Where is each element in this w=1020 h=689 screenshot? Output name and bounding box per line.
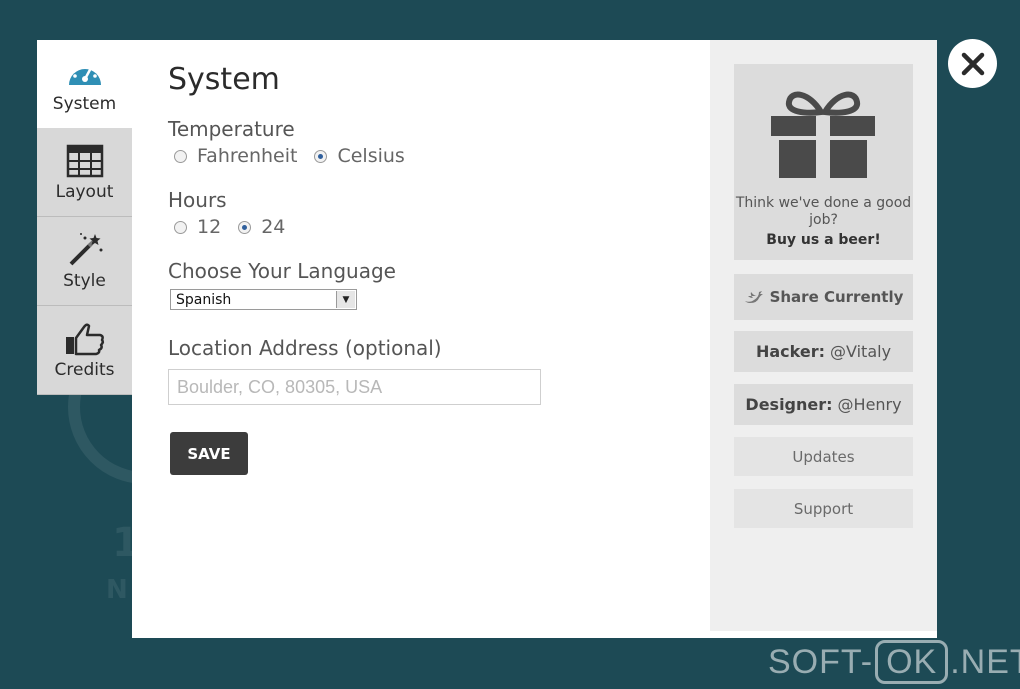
close-button[interactable] [948, 39, 997, 88]
location-label: Location Address (optional) [168, 336, 442, 360]
save-button[interactable]: SAVE [170, 432, 248, 475]
system-settings-form: System Temperature Fahrenheit Celsius Ho… [168, 40, 708, 638]
temperature-options: Fahrenheit Celsius [174, 145, 422, 167]
celsius-radio[interactable] [314, 149, 328, 163]
gift-icon [771, 91, 875, 178]
location-input[interactable] [168, 369, 541, 405]
temperature-label: Temperature [168, 117, 295, 141]
designer-role: Designer: [745, 395, 833, 414]
tab-style[interactable]: Style [37, 217, 132, 306]
hacker-credit[interactable]: Hacker: @Vitaly [734, 331, 913, 372]
fahrenheit-radio[interactable] [174, 149, 187, 163]
language-selected-value: Spanish [176, 291, 232, 308]
buy-beer-link[interactable]: Buy us a beer! [734, 232, 913, 248]
hacker-handle: @Vitaly [830, 342, 892, 361]
page-title: System [168, 62, 280, 97]
tab-label: Layout [55, 182, 114, 202]
designer-credit[interactable]: Designer: @Henry [734, 384, 913, 425]
temperature-option-celsius[interactable]: Celsius [314, 145, 405, 167]
tab-label: System [52, 94, 117, 114]
hours-label: Hours [168, 188, 227, 212]
tab-system[interactable]: System [37, 40, 132, 128]
language-label: Choose Your Language [168, 259, 396, 283]
tab-label: Style [63, 271, 106, 291]
hours-12-radio[interactable] [174, 220, 187, 234]
grid-icon [66, 142, 104, 180]
hours-option-12[interactable]: 12 [174, 216, 221, 238]
tab-credits[interactable]: Credits [37, 306, 132, 395]
chevron-down-icon[interactable]: ▼ [336, 291, 355, 308]
twitter-bird-icon [744, 290, 764, 304]
watermark-box: OK [875, 640, 949, 684]
hours-24-label: 24 [261, 216, 286, 238]
language-select[interactable]: Spanish ▼ [170, 289, 357, 310]
temperature-option-fahrenheit[interactable]: Fahrenheit [174, 145, 297, 167]
hacker-role: Hacker: [755, 342, 825, 361]
share-button[interactable]: Share Currently [734, 274, 913, 320]
support-button[interactable]: Support [734, 489, 913, 528]
designer-handle: @Henry [837, 395, 902, 414]
settings-tabs: System Layout Style Credits [37, 40, 132, 395]
celsius-label: Celsius [337, 145, 405, 167]
beer-prompt: Think we've done a good job? [735, 195, 912, 228]
thumbs-up-icon [64, 320, 106, 358]
hours-24-radio[interactable] [238, 220, 252, 234]
dashboard-icon [65, 54, 105, 92]
credits-sidebar: Think we've done a good job? Buy us a be… [710, 40, 937, 631]
tab-layout[interactable]: Layout [37, 128, 132, 217]
tab-label: Credits [54, 360, 115, 380]
buy-beer-card[interactable]: Think we've done a good job? Buy us a be… [734, 64, 913, 260]
hours-options: 12 24 [174, 216, 302, 238]
settings-panel: System Temperature Fahrenheit Celsius Ho… [132, 40, 937, 638]
close-icon [961, 52, 984, 75]
fahrenheit-label: Fahrenheit [197, 145, 298, 167]
watermark-right: .NET [950, 642, 1020, 681]
updates-button[interactable]: Updates [734, 437, 913, 476]
hours-12-label: 12 [197, 216, 222, 238]
watermark-left: SOFT- [768, 642, 874, 681]
hours-option-24[interactable]: 24 [238, 216, 285, 238]
share-label: Share Currently [769, 288, 904, 306]
watermark: SOFT- OK .NET [768, 640, 1020, 684]
background-glyph: N [106, 575, 128, 605]
magic-wand-icon [65, 231, 105, 269]
